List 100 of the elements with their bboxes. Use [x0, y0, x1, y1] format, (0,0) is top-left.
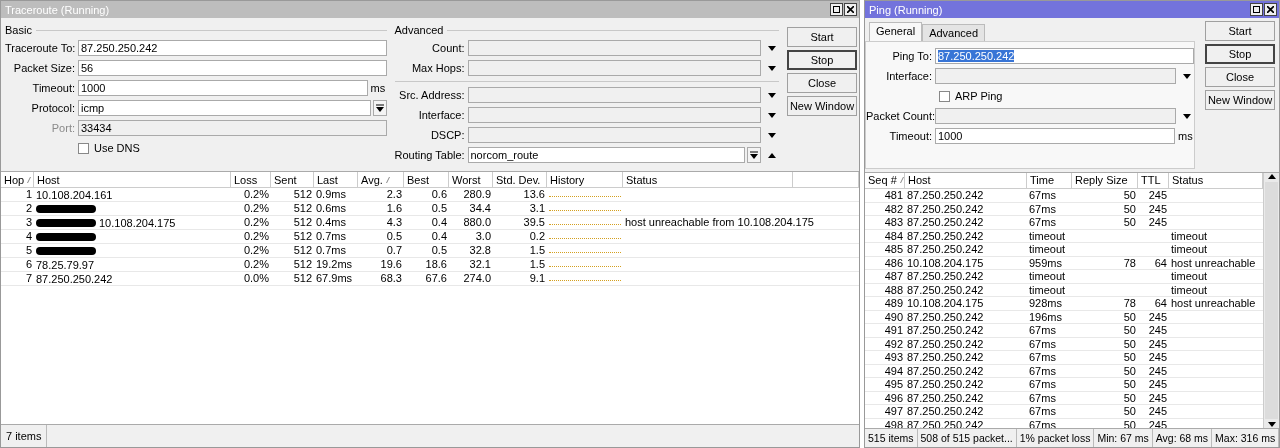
- select-field[interactable]: icmp: [78, 100, 371, 116]
- group-label: Basic: [5, 24, 32, 36]
- field-label: Port:: [50, 122, 76, 134]
- column-header[interactable]: Status: [623, 172, 793, 187]
- table-cell: 67ms: [1029, 337, 1056, 350]
- column-header[interactable]: TTL: [1138, 173, 1169, 188]
- table-cell: 3: [25, 216, 32, 228]
- table-cell: 512: [293, 216, 312, 228]
- close-button[interactable]: [1264, 3, 1277, 16]
- checkbox-label: Use DNS: [94, 142, 140, 154]
- dropdown-button[interactable]: [372, 100, 387, 116]
- expand-icon[interactable]: [1183, 112, 1191, 120]
- dropdown-field[interactable]: [467, 60, 761, 76]
- tab[interactable]: Advanced: [922, 24, 986, 41]
- column-header[interactable]: Reply Size: [1072, 173, 1138, 188]
- column-header[interactable]: Host: [905, 173, 1027, 188]
- table-cell: 67ms: [1029, 405, 1056, 417]
- column-header[interactable]: History: [547, 172, 623, 187]
- column-header[interactable]: Loss: [231, 172, 271, 187]
- unit-label: ms: [369, 82, 387, 94]
- maximize-button[interactable]: [1250, 3, 1263, 16]
- table-cell: 78: [1123, 297, 1136, 309]
- checkbox[interactable]: [78, 142, 89, 154]
- dropdown-field[interactable]: [467, 107, 761, 123]
- dropdown-field[interactable]: [935, 108, 1176, 124]
- status-text: 7 items: [1, 425, 48, 447]
- maximize-icon: [1253, 6, 1260, 13]
- dropdown-field[interactable]: [935, 68, 1176, 84]
- table-cell: 0.0%: [243, 272, 269, 284]
- column-header[interactable]: Host: [34, 172, 231, 187]
- dropdown-field[interactable]: [467, 127, 761, 143]
- action-button[interactable]: New Window: [1205, 90, 1275, 110]
- input-field[interactable]: 87.250.250.242: [935, 48, 1194, 64]
- dropdown-button[interactable]: [747, 147, 761, 163]
- column-header[interactable]: Worst: [449, 172, 493, 187]
- input-field[interactable]: 1000: [935, 128, 1175, 144]
- select-field[interactable]: norcom_route: [467, 147, 745, 163]
- table-cell: 50: [1123, 202, 1136, 215]
- close-icon: [1267, 6, 1274, 13]
- table-cell: 67ms: [1029, 189, 1056, 201]
- expand-icon[interactable]: [768, 91, 776, 99]
- expand-icon[interactable]: [768, 64, 776, 72]
- scrollbar[interactable]: [1263, 173, 1279, 428]
- expand-icon[interactable]: [768, 44, 776, 52]
- column-header[interactable]: Std. Dev.: [493, 172, 547, 187]
- table-cell: 50: [1123, 324, 1136, 336]
- table-cell: 1: [25, 188, 32, 200]
- table-cell: 67ms: [1029, 324, 1056, 336]
- table-cell: 67.6: [425, 272, 447, 284]
- table-cell: 245: [1148, 189, 1167, 201]
- action-button[interactable]: Start: [787, 27, 857, 47]
- table-cell: 245: [1148, 418, 1167, 428]
- table-cell: 4.3: [386, 216, 402, 228]
- table-cell: 0.2%: [243, 202, 269, 214]
- action-button[interactable]: Close: [787, 73, 857, 93]
- action-button[interactable]: Close: [1205, 67, 1275, 87]
- table-cell: 6: [25, 258, 32, 270]
- column-header[interactable]: Avg.: [358, 172, 404, 187]
- collapse-icon[interactable]: [768, 151, 776, 159]
- column-header[interactable]: Time: [1027, 173, 1072, 188]
- table-cell: 0.4: [431, 216, 447, 228]
- table-cell: 512: [293, 188, 312, 200]
- column-header[interactable]: Best: [404, 172, 449, 187]
- table-cell: 1.5: [529, 244, 545, 256]
- status-text: Min: 67 ms: [1094, 429, 1153, 447]
- input-field[interactable]: 56: [78, 60, 387, 76]
- table-cell: 64: [1154, 297, 1167, 309]
- dropdown-icon: [375, 104, 384, 112]
- table-cell: 0.5: [386, 230, 402, 242]
- column-header[interactable]: Sent: [271, 172, 314, 187]
- dropdown-field[interactable]: [467, 40, 761, 56]
- expand-icon[interactable]: [768, 111, 776, 119]
- table-cell: 2.3: [386, 188, 402, 200]
- expand-icon[interactable]: [1183, 72, 1191, 80]
- column-header[interactable]: Hop: [1, 172, 34, 187]
- action-button[interactable]: Stop: [1205, 44, 1275, 64]
- column-header[interactable]: Seq #: [865, 173, 905, 188]
- table-cell: 67ms: [1029, 378, 1056, 390]
- checkbox[interactable]: [939, 90, 950, 102]
- input-field[interactable]: 1000: [78, 80, 368, 96]
- input-field[interactable]: 87.250.250.242: [78, 40, 387, 56]
- field-label: Packet Size:: [12, 62, 76, 74]
- dropdown-field[interactable]: [467, 87, 761, 103]
- table-cell: 10.108.204.175: [99, 216, 176, 229]
- scroll-up-icon[interactable]: [1267, 173, 1276, 180]
- unit-label: ms: [1177, 130, 1194, 142]
- table-cell: 50: [1123, 216, 1136, 228]
- table-cell: 32.1: [469, 258, 491, 270]
- expand-icon[interactable]: [768, 131, 776, 139]
- history-sparkline: [549, 266, 621, 267]
- tab[interactable]: General: [869, 22, 923, 41]
- action-button[interactable]: Start: [1205, 21, 1275, 41]
- table-cell: 87.250.250.242: [907, 216, 984, 228]
- table-cell: 87.250.250.242: [907, 418, 984, 428]
- column-header[interactable]: Last: [314, 172, 358, 187]
- table-cell: 2: [25, 202, 32, 214]
- table-cell: 87.250.250.242: [36, 272, 113, 285]
- action-button[interactable]: Stop: [787, 50, 857, 70]
- table-cell: 67ms: [1029, 391, 1056, 404]
- action-button[interactable]: New Window: [787, 96, 857, 116]
